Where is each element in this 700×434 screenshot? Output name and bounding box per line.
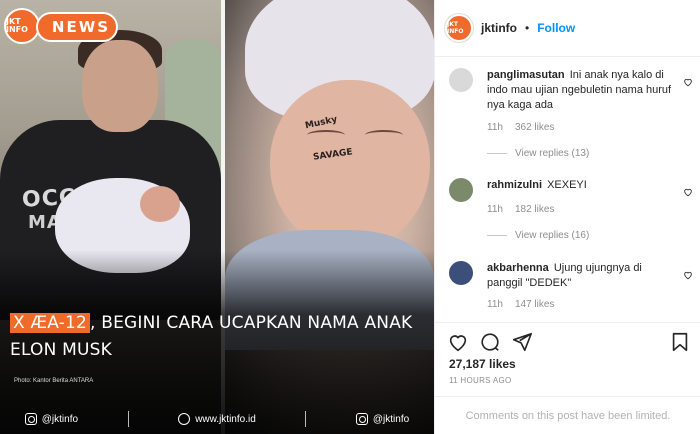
comment-likes[interactable]: 182 likes xyxy=(515,204,554,215)
comment-time[interactable]: 11h xyxy=(487,122,503,133)
news-badge: NEWS xyxy=(36,12,118,42)
instagram-icon xyxy=(24,413,37,425)
post-timestamp[interactable]: 11 HOURS AGO xyxy=(449,376,512,385)
heart-icon[interactable] xyxy=(447,331,469,353)
share-icon[interactable] xyxy=(511,331,533,353)
bookmark-icon[interactable] xyxy=(669,331,691,353)
comment-username[interactable]: rahmizulni xyxy=(487,179,542,191)
comment-time[interactable]: 11h xyxy=(487,204,503,215)
avatar[interactable] xyxy=(449,178,473,202)
avatar[interactable]: JKT INFO xyxy=(445,14,473,42)
footer-website: www.jktinfo.id xyxy=(195,413,256,425)
comment-likes[interactable]: 362 likes xyxy=(515,122,554,133)
view-replies-button[interactable]: View replies (13) xyxy=(515,148,589,159)
post-media[interactable]: OCCUPY MAR Musky SAVAGE JKT INFO NEWS X … xyxy=(0,0,434,434)
comment-username[interactable]: akbarhenna xyxy=(487,262,549,274)
comment-likes[interactable]: 147 likes xyxy=(515,299,554,310)
likes-count[interactable]: 27,187 likes xyxy=(449,357,516,371)
comment-time[interactable]: 11h xyxy=(487,299,503,310)
view-replies-button[interactable]: View replies (16) xyxy=(515,230,589,241)
header-username[interactable]: jktinfo xyxy=(481,21,517,35)
post-actions: 27,187 likes 11 HOURS AGO Comments on th… xyxy=(435,322,700,434)
comments-limited-notice: Comments on this post have been limited. xyxy=(435,396,700,434)
post-sidebar: JKT INFO jktinfo • Follow panglimasutan … xyxy=(434,0,700,434)
comment-list: panglimasutan Ini anak nya kalo di indo … xyxy=(435,58,700,322)
heart-icon[interactable] xyxy=(683,184,693,197)
post-header: JKT INFO jktinfo • Follow xyxy=(435,0,700,57)
comment-icon[interactable] xyxy=(479,331,501,353)
heart-icon[interactable] xyxy=(683,74,693,87)
post-headline: X ÆA-12, BEGINI CARA UCAPKAN NAMA ANAK E… xyxy=(10,310,430,364)
footer-twitter: @jktinfo xyxy=(372,413,410,425)
follow-button[interactable]: Follow xyxy=(537,21,575,35)
globe-icon xyxy=(178,413,191,425)
instagram-post-view: OCCUPY MAR Musky SAVAGE JKT INFO NEWS X … xyxy=(0,0,700,434)
footer-instagram: @jktinfo xyxy=(41,413,79,425)
heart-icon[interactable] xyxy=(683,267,693,280)
header-separator: • xyxy=(525,21,530,35)
comment-text: XEXEYI xyxy=(547,179,587,191)
jktinfo-logo: JKT INFO xyxy=(4,8,40,44)
instagram-icon xyxy=(355,413,368,425)
comment-username[interactable]: panglimasutan xyxy=(487,69,565,81)
photo-credit: Photo: Kantor Berita ANTARA xyxy=(14,378,94,384)
avatar[interactable] xyxy=(449,68,473,92)
media-footer: @jktinfo www.jktinfo.id @jktinfo xyxy=(0,404,434,434)
avatar[interactable] xyxy=(449,261,473,285)
headline-accent: X ÆA-12 xyxy=(10,313,91,333)
